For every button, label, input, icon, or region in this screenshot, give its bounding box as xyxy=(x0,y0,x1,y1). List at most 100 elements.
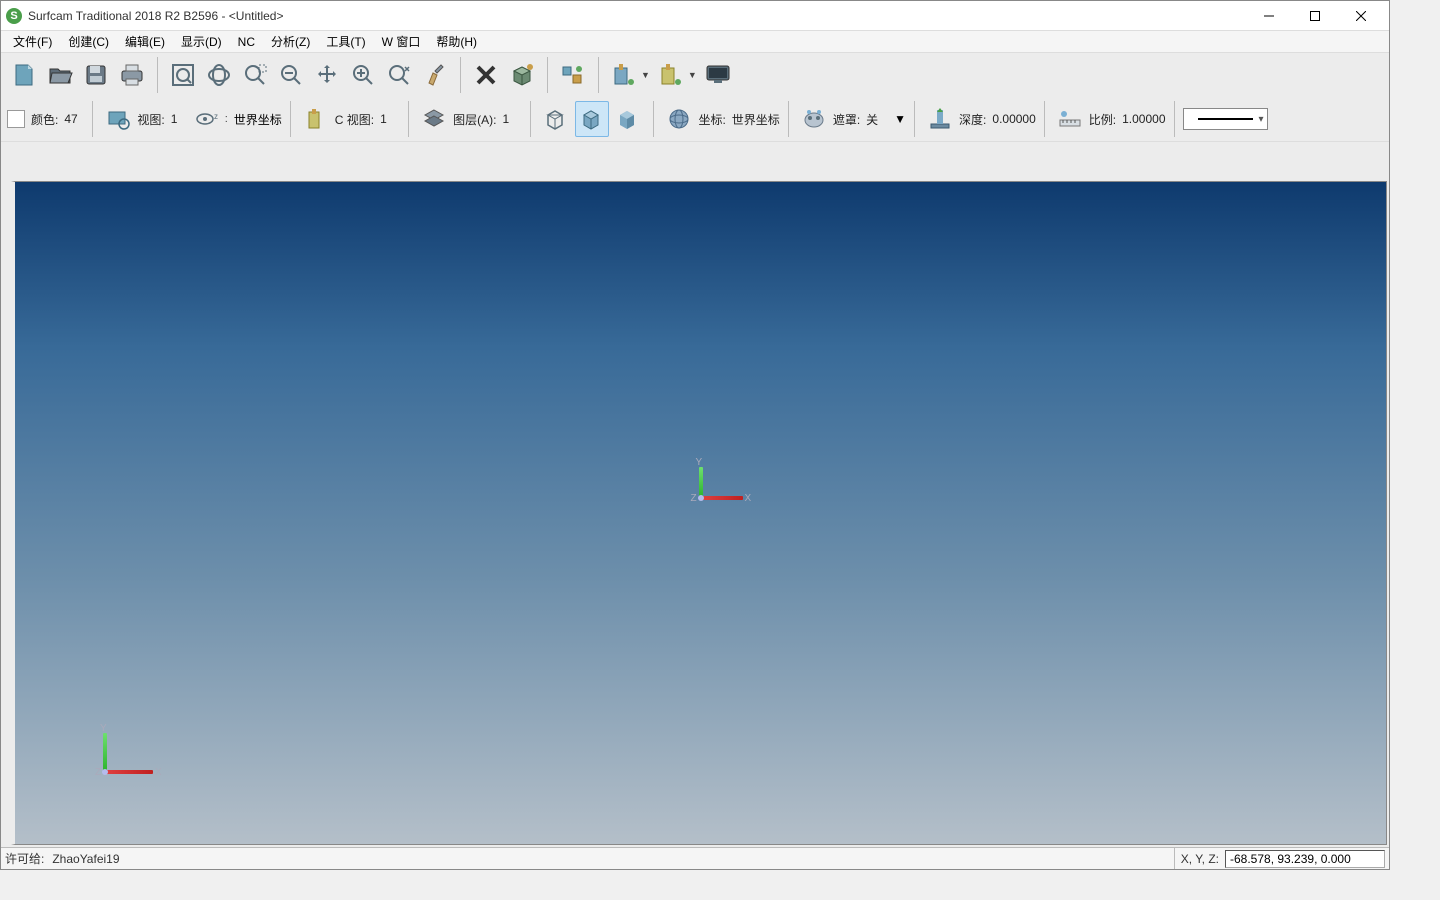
view-icon xyxy=(105,106,131,132)
menu-display[interactable]: 显示(D) xyxy=(173,31,230,52)
separator xyxy=(598,57,599,93)
minimize-button[interactable] xyxy=(1246,1,1292,31)
separator xyxy=(653,101,654,137)
triad-origin xyxy=(698,495,704,501)
z-axis-label: Z xyxy=(691,493,697,504)
save-button[interactable] xyxy=(79,57,113,93)
separator xyxy=(530,101,531,137)
cs-colon: : xyxy=(225,113,228,125)
separator xyxy=(1044,101,1045,137)
zoom-in-button[interactable] xyxy=(346,57,380,93)
cs-eye-icon: z xyxy=(195,109,221,129)
caret-icon: ▼ xyxy=(688,70,697,80)
transform-button[interactable] xyxy=(505,57,539,93)
nc-verify-button[interactable] xyxy=(701,57,735,93)
window-title: Surfcam Traditional 2018 R2 B2596 - <Unt… xyxy=(28,9,1246,23)
xyz-value: -68.578, 93.239, 0.000 xyxy=(1230,852,1351,866)
open-file-button[interactable] xyxy=(43,57,77,93)
ruler-icon xyxy=(1057,106,1083,132)
redraw-button[interactable] xyxy=(418,57,452,93)
zoom-extents-button[interactable] xyxy=(166,57,200,93)
monitor-icon xyxy=(703,60,733,90)
close-button[interactable] xyxy=(1338,1,1384,31)
scale-button[interactable] xyxy=(1053,101,1087,137)
separator xyxy=(547,57,548,93)
depth-button[interactable] xyxy=(923,101,957,137)
app-icon: S xyxy=(6,8,22,24)
menu-create[interactable]: 创建(C) xyxy=(60,31,117,52)
main-toolbar: ▼ ▼ xyxy=(1,53,1389,97)
depth-field: 深度: 0.00000 xyxy=(959,111,1036,128)
coord-sys-button[interactable] xyxy=(662,101,696,137)
layer-label: 图层(A): xyxy=(453,111,496,128)
shaded-cube-icon xyxy=(614,105,642,133)
menu-edit[interactable]: 编辑(E) xyxy=(117,31,173,52)
nc-lathe-dropdown[interactable]: ▼ xyxy=(654,60,699,90)
view-label: 视图: xyxy=(137,111,164,128)
3d-viewport[interactable]: Y X Z Y X Z xyxy=(11,181,1387,845)
separator xyxy=(460,57,461,93)
linestyle-select[interactable] xyxy=(1183,108,1268,130)
mask-button[interactable] xyxy=(797,101,831,137)
xyz-readout: -68.578, 93.239, 0.000 xyxy=(1225,850,1385,868)
operations-button[interactable] xyxy=(556,57,590,93)
delete-button[interactable] xyxy=(469,57,503,93)
zoom-in-icon xyxy=(349,61,377,89)
view-button[interactable] xyxy=(101,101,135,137)
rotate-view-button[interactable] xyxy=(202,57,236,93)
x-axis-label: X xyxy=(745,493,752,504)
menu-file[interactable]: 文件(F) xyxy=(5,31,60,52)
print-button[interactable] xyxy=(115,57,149,93)
zoom-fit-icon xyxy=(169,61,197,89)
nc-mill-dropdown[interactable]: ▼ xyxy=(607,60,652,90)
color-value: 47 xyxy=(64,112,84,126)
zoom-previous-button[interactable] xyxy=(274,57,308,93)
pan-button[interactable] xyxy=(310,57,344,93)
color-swatch[interactable] xyxy=(7,110,25,128)
separator xyxy=(157,57,158,93)
layer-field: 图层(A): 1 xyxy=(453,111,522,128)
shaded-button[interactable] xyxy=(611,101,645,137)
coord-label: 坐标: xyxy=(698,111,725,128)
printer-icon xyxy=(118,61,146,89)
menu-nc[interactable]: NC xyxy=(230,33,263,51)
depth-icon xyxy=(927,106,953,132)
x-axis-label: X xyxy=(155,767,162,778)
menu-window[interactable]: W 窗口 xyxy=(374,31,429,52)
world-cs-button[interactable]: z xyxy=(193,101,223,137)
nc-mill-icon xyxy=(609,60,639,90)
color-picker[interactable]: 颜色: 47 xyxy=(7,110,84,128)
layer-value: 1 xyxy=(502,112,522,126)
viewport-container: Y X Z Y X Z xyxy=(1,181,1389,847)
menu-analyze[interactable]: 分析(Z) xyxy=(263,31,318,52)
layer-button[interactable] xyxy=(417,101,451,137)
wireframe-button[interactable] xyxy=(539,101,573,137)
zoom-window-button[interactable] xyxy=(238,57,272,93)
menu-tools[interactable]: 工具(T) xyxy=(318,31,373,52)
nc-lathe-icon xyxy=(656,60,686,90)
y-axis xyxy=(699,467,703,497)
zoom-out-button[interactable] xyxy=(382,57,416,93)
maximize-button[interactable] xyxy=(1292,1,1338,31)
globe-icon xyxy=(666,106,692,132)
separator xyxy=(788,101,789,137)
mask-dropdown-caret[interactable]: ▼ xyxy=(894,112,906,126)
new-file-button[interactable] xyxy=(7,57,41,93)
shaded-edges-button[interactable] xyxy=(575,101,609,137)
cview-value: 1 xyxy=(380,112,400,126)
wireframe-cube-icon xyxy=(542,105,570,133)
license-value: ZhaoYafei19 xyxy=(48,852,123,866)
titlebar: S Surfcam Traditional 2018 R2 B2596 - <U… xyxy=(1,1,1389,31)
folder-open-icon xyxy=(46,61,74,89)
toolbar-spacer xyxy=(1,141,1389,181)
menu-help[interactable]: 帮助(H) xyxy=(428,31,485,52)
layers-icon xyxy=(421,106,447,132)
color-label: 颜色: xyxy=(31,111,58,128)
scale-field: 比例: 1.00000 xyxy=(1089,111,1166,128)
zoom-out-icon xyxy=(277,61,305,89)
linestyle-preview xyxy=(1198,118,1253,120)
cview-icon xyxy=(303,106,329,132)
cview-button[interactable] xyxy=(299,101,333,137)
separator xyxy=(408,101,409,137)
cview-field: C 视图: 1 xyxy=(335,111,400,128)
